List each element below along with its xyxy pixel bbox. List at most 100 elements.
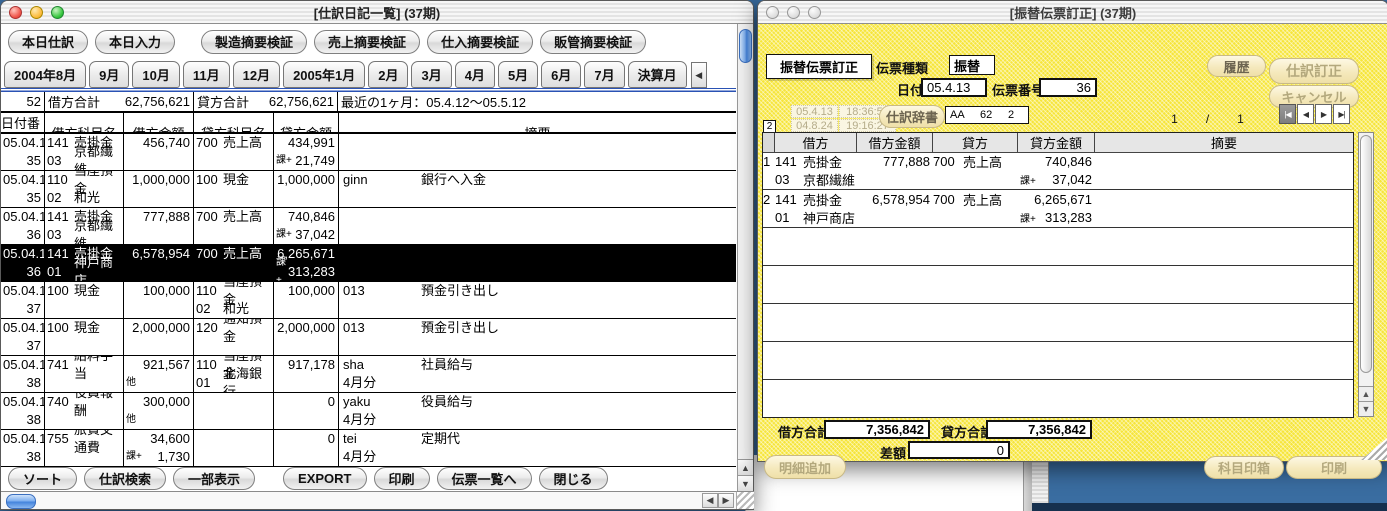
slip-no-field[interactable]: 36 [1039,78,1097,97]
slip-detail-row[interactable] [763,266,1353,304]
tab-month-10[interactable]: 5月 [498,61,538,88]
journal-dictionary-button[interactable]: 仕訳辞書 [879,105,945,128]
table-scroll-thumb[interactable] [1360,135,1372,373]
footer-button-1[interactable]: ソート [8,467,77,490]
debit-total-label: 借方合計 [778,422,830,441]
date-field[interactable]: 05.4.13 [921,78,987,97]
memo-cell-line1: ginn銀行へ入金 [339,171,736,189]
debit-code-cell-line1 [775,342,803,360]
resize-grip-icon[interactable] [736,491,754,509]
credit-tax-amount: 37,042 [1052,172,1092,187]
table-row[interactable]: 05.04.1336141売掛金03京都繊維777,888700売上高740,8… [1,208,736,245]
credit-amount-cell [1018,342,1095,379]
table-row[interactable]: 05.04.1337100現金100,000110当座預金02和光100,000… [1,282,736,319]
journal-correct-button[interactable]: 仕訳訂正 [1269,58,1359,84]
add-detail-button[interactable]: 明細追加 [764,455,846,479]
vertical-scrollbar[interactable]: ▲ ▼ [737,24,753,491]
horizontal-scrollbar[interactable]: ◀ ▶ [1,491,736,509]
slip-detail-row[interactable] [763,304,1353,342]
tab-month-9[interactable]: 4月 [455,61,495,88]
scroll-up-icon[interactable]: ▲ [1359,386,1373,401]
debit-amount-cell [857,304,933,341]
tab-month-8[interactable]: 3月 [411,61,451,88]
credit-account-cell-line1 [194,430,273,448]
scroll-down-icon[interactable]: ▼ [738,475,753,491]
scroll-down-icon[interactable]: ▼ [1359,401,1373,416]
slip-type-field[interactable]: 振替 [949,55,995,75]
tab-month-13[interactable]: 決算月 [628,61,687,88]
debit-code-cell-line1 [775,304,803,322]
tab-month-3[interactable]: 10月 [132,61,179,88]
toolbar-button-6[interactable]: 販管摘要検証 [540,30,646,54]
vscroll-thumb[interactable] [739,29,752,63]
credit-name-cell [963,342,1018,379]
row-number-cell-line1 [763,304,775,322]
tab-month-5[interactable]: 12月 [233,61,280,88]
tab-month-12[interactable]: 7月 [584,61,624,88]
previous-record-icon[interactable]: ◀ [1297,104,1314,124]
slip-detail-row[interactable] [763,342,1353,380]
table-row[interactable]: 05.04.1338755旅費交通費34,600課+1,7300tei定期代4月… [1,430,736,467]
footer-button-6[interactable]: 伝票一覧へ [437,467,532,490]
debit-account-cell: 741給料手当 [45,356,124,392]
next-record-icon[interactable]: ▶ [1315,104,1332,124]
footer-button-4[interactable]: EXPORT [283,467,366,490]
titlebar[interactable]: [仕訳日記一覧] (37期) [1,1,753,24]
date-cell-line2: 38 [1,448,44,466]
credit-name-cell [963,228,1018,265]
credit-code: 700 [933,154,955,169]
tab-scroll-left-icon[interactable]: ◀ [691,62,707,88]
table-row[interactable]: 05.04.1338741給料手当921,567他110当座預金01北海銀行91… [1,356,736,393]
tab-month-7[interactable]: 2月 [368,61,408,88]
debit-name: 売掛金 [803,152,842,171]
tab-month-11[interactable]: 6月 [541,61,581,88]
table-row[interactable]: 05.04.1337100現金2,000,000120通知預金2,000,000… [1,319,736,356]
slip-detail-row[interactable]: 114103売掛金京都繊維777,888700売上高740,846課+37,04… [763,152,1353,190]
resize-grip-icon[interactable] [1361,438,1387,460]
table-scrollbar[interactable]: ▲ ▼ [1358,132,1374,417]
tab-month-2[interactable]: 9月 [89,61,129,88]
toolbar-button-2[interactable]: 本日入力 [95,30,175,54]
tab-month-4[interactable]: 11月 [183,61,230,88]
first-record-icon[interactable]: |◀ [1279,104,1296,124]
credit-amount-cell-line1 [1018,228,1095,246]
slip-detail-row[interactable] [763,380,1353,417]
subject-print-button[interactable]: 科目印箱 [1204,456,1284,479]
hscroll-thumb[interactable] [6,494,36,509]
memo-cell-line1: tei定期代 [339,430,736,448]
credit-amount: 2,000,000 [277,319,335,337]
debit-amount-cell: 2,000,000 [124,319,194,355]
debit-amount-cell: 6,578,954 [124,245,194,281]
slip-detail-row[interactable]: 214101売掛金神戸商店6,578,954700売上高6,265,671課+3… [763,190,1353,228]
dictionary-field[interactable]: AA 62 2 [945,106,1029,124]
table-row[interactable]: 05.04.1335141売掛金03京都繊維456,740700売上高434,9… [1,134,736,171]
titlebar[interactable]: [振替伝票訂正] (37期) [758,1,1387,24]
footer-button-3[interactable]: 一部表示 [173,467,255,490]
memo-cell-line2 [1095,322,1353,340]
footer-button-7[interactable]: 閉じる [539,467,608,490]
debit-amount: 2,000,000 [132,319,190,337]
toolbar-button-5[interactable]: 仕入摘要検証 [427,30,533,54]
toolbar-button-3[interactable]: 製造摘要検証 [201,30,307,54]
toolbar-button-4[interactable]: 売上摘要検証 [314,30,420,54]
scroll-right-icon[interactable]: ▶ [718,493,734,508]
scroll-left-icon[interactable]: ◀ [702,493,718,508]
table-row[interactable]: 05.04.1336141売掛金01神戸商店6,578,954700売上高6,2… [1,245,736,282]
tab-month-6[interactable]: 2005年1月 [283,61,365,88]
slip-detail-row[interactable] [763,228,1353,266]
month-tabs: 2004年8月9月10月11月12月2005年1月2月3月4月5月6月7月決算月… [1,59,736,88]
debit-code: 755 [45,430,74,448]
last-record-icon[interactable]: ▶| [1333,104,1350,124]
footer-button-2[interactable]: 仕訳検索 [84,467,166,490]
scroll-up-icon[interactable]: ▲ [738,459,753,475]
history-button[interactable]: 履歴 [1207,55,1266,77]
credit-account-cell-line1: 120通知預金 [194,319,273,337]
table-row[interactable]: 05.04.1338740役員報酬300,000他0yaku役員給与4月分 [1,393,736,430]
footer-button-5[interactable]: 印刷 [374,467,430,490]
debit-account-cell-line1: 741給料手当 [45,356,123,374]
table-row[interactable]: 05.04.1335110当座預金02和光1,000,000100現金1,000… [1,171,736,208]
debit-code-cell-line2 [775,398,803,416]
tab-month-1[interactable]: 2004年8月 [4,61,86,88]
credit-account-cell-line1: 100現金 [194,171,273,189]
toolbar-button-1[interactable]: 本日仕訳 [8,30,88,54]
